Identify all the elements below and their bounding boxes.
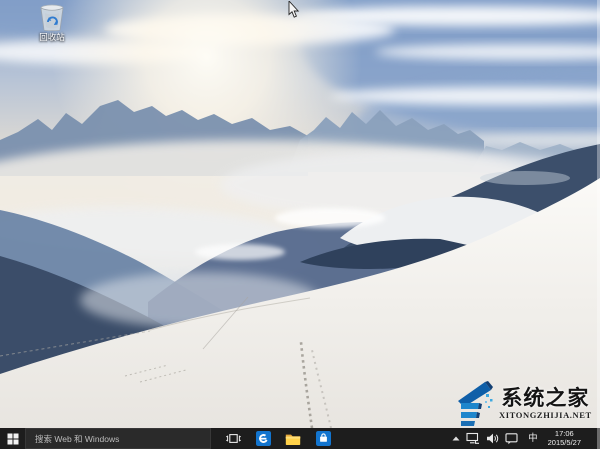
system-tray: 中 17:06 2015/5/27 <box>449 428 600 449</box>
search-placeholder-text: 搜索 Web 和 Windows <box>35 433 120 444</box>
speaker-icon <box>487 433 499 444</box>
store-bag-icon <box>315 431 331 446</box>
start-button[interactable] <box>0 428 25 449</box>
recycle-bin-icon <box>40 4 64 32</box>
windows-store-button[interactable] <box>308 428 338 449</box>
taskbar-search-input[interactable]: 搜索 Web 和 Windows <box>25 428 211 449</box>
network-button[interactable] <box>463 428 483 449</box>
task-view-button[interactable] <box>218 428 248 449</box>
xitongzhijia-house-logo <box>458 381 493 426</box>
watermark-subtitle: XITONGZHIJIA.NET <box>499 410 592 420</box>
taskbar-pinned-icons <box>218 428 338 449</box>
message-bubble-icon <box>505 433 518 445</box>
volume-button[interactable] <box>483 428 502 449</box>
ime-language-label: 中 <box>528 433 538 444</box>
ime-indicator[interactable]: 中 <box>521 428 545 449</box>
windows-logo-icon <box>7 433 18 444</box>
recycle-bin[interactable]: 回收站 <box>26 4 78 48</box>
taskbar: 搜索 Web 和 Windows 中 17:06 2015/5/27 <box>0 428 600 449</box>
clock-date: 2015/5/27 <box>547 437 581 447</box>
recycle-bin-label: 回收站 <box>39 32 65 42</box>
desktop-screen: 回收站 系统之家 XITONGZHIJIA.NET 搜索 Web 和 Windo… <box>0 0 600 449</box>
watermark: 系统之家 XITONGZHIJIA.NET <box>455 379 598 428</box>
edge-icon <box>255 431 271 446</box>
chevron-up-icon <box>452 436 460 441</box>
tray-clock[interactable]: 17:06 2015/5/27 <box>545 428 584 449</box>
watermark-title: 系统之家 <box>501 387 590 410</box>
edge-browser-button[interactable] <box>248 428 278 449</box>
action-center-button[interactable] <box>502 428 521 449</box>
tray-overflow-button[interactable] <box>449 428 463 449</box>
task-view-icon <box>225 434 241 443</box>
network-icon <box>466 432 480 444</box>
file-explorer-button[interactable] <box>278 428 308 449</box>
folder-icon <box>285 434 301 445</box>
wallpaper-image <box>0 0 600 428</box>
